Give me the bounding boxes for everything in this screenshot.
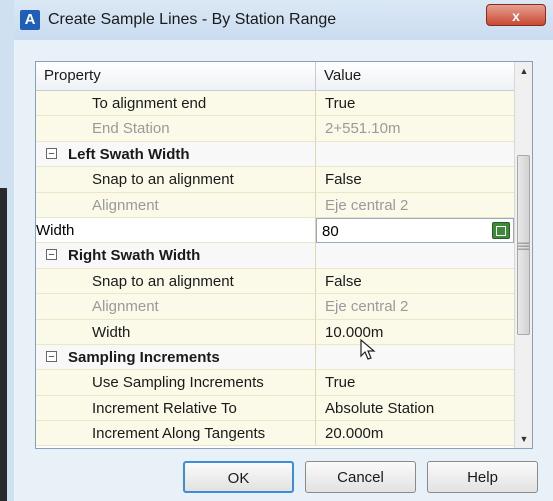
value-text: Absolute Station (325, 399, 435, 417)
property-label: Alignment (36, 192, 316, 218)
vertical-scrollbar[interactable]: ▲ — — — ▼ (514, 62, 532, 448)
value-text: 80 (322, 222, 339, 240)
grid-rows: To alignment end True End Station 2+551.10m… (36, 91, 514, 447)
category-label: − Right Swath Width (36, 243, 316, 269)
property-label: Increment Along Tangents (36, 421, 316, 447)
label-text: Snap to an alignment (92, 272, 234, 290)
cancel-button[interactable]: Cancel (305, 461, 416, 493)
label-text: Width (36, 221, 75, 239)
property-row[interactable]: To alignment end True (36, 91, 514, 117)
mouse-pointer-icon (360, 338, 376, 360)
label-text: Increment Along Tangents (92, 425, 266, 443)
thumb-grip-icon: — — — (518, 237, 529, 255)
label-text: Width (92, 323, 131, 341)
value-text: True (325, 374, 356, 392)
property-row[interactable]: Alignment Eje central 2 (36, 192, 514, 218)
category-row[interactable]: − Right Swath Width (36, 243, 514, 269)
value-text: True (325, 95, 356, 112)
value-text: False (325, 171, 362, 189)
category-row[interactable]: − Sampling Increments (36, 344, 514, 371)
label-text: Alignment (92, 196, 159, 214)
property-label: Width (36, 319, 316, 345)
column-header-value[interactable]: Value (316, 62, 514, 90)
label-text: Sampling Increments (68, 348, 220, 366)
label-text: Alignment (92, 298, 159, 316)
value-text: 2+551.10m (325, 120, 401, 138)
property-row[interactable]: Width 80 (36, 217, 514, 244)
value-text: Eje central 2 (325, 196, 409, 214)
ok-button[interactable]: OK (183, 461, 294, 493)
property-value[interactable]: Absolute Station (316, 395, 514, 422)
property-row[interactable]: End Station 2+551.10m (36, 116, 514, 142)
minus-box-icon[interactable]: − (46, 249, 57, 261)
minus-box-icon[interactable]: − (46, 147, 57, 159)
label-text: Snap to an alignment (92, 171, 234, 189)
property-row[interactable]: Snap to an alignment False (36, 167, 514, 193)
property-row[interactable]: Increment Along Tangents 20.000m (36, 421, 514, 447)
window-title: Create Sample Lines - By Station Range (48, 11, 337, 28)
label-text: To alignment end (92, 95, 207, 112)
property-value[interactable]: 20.000m (316, 421, 514, 447)
category-label: − Left Swath Width (36, 141, 316, 168)
value-text: 20.000m (325, 425, 384, 443)
property-value: Eje central 2 (316, 294, 514, 320)
value-text: Eje central 2 (325, 298, 409, 316)
property-row[interactable]: Snap to an alignment False (36, 268, 514, 295)
label-text: Use Sampling Increments (92, 374, 264, 392)
category-label: − Sampling Increments (36, 344, 316, 371)
property-value[interactable]: True (316, 370, 514, 396)
label-text: Increment Relative To (92, 399, 237, 417)
property-value (316, 243, 514, 269)
property-value[interactable]: False (316, 268, 514, 295)
property-value[interactable]: True (316, 91, 514, 117)
property-label: Use Sampling Increments (36, 370, 316, 396)
label-text: Left Swath Width (68, 145, 190, 163)
property-row[interactable]: Increment Relative To Absolute Station (36, 395, 514, 422)
property-label: To alignment end (36, 91, 316, 117)
label-text: Right Swath Width (68, 247, 201, 265)
property-label: Snap to an alignment (36, 268, 316, 295)
background-dark-edge (0, 188, 7, 501)
grid-header: Property Value (36, 62, 514, 91)
property-label: Snap to an alignment (36, 167, 316, 193)
property-value[interactable]: False (316, 167, 514, 193)
category-row[interactable]: − Left Swath Width (36, 141, 514, 168)
property-label: Increment Relative To (36, 395, 316, 422)
dialog-window: A Create Sample Lines - By Station Range… (0, 0, 553, 501)
property-value: Eje central 2 (316, 192, 514, 218)
property-grid[interactable]: Property Value To alignment end True End S… (35, 61, 533, 449)
property-row[interactable]: Use Sampling Increments True (36, 370, 514, 396)
property-row[interactable]: Width 10.000m (36, 319, 514, 345)
property-value (316, 141, 514, 168)
minus-box-icon[interactable]: − (46, 350, 57, 362)
close-button[interactable]: x (486, 4, 546, 26)
property-value: 2+551.10m (316, 116, 514, 142)
column-header-property[interactable]: Property (36, 62, 316, 90)
property-label: Alignment (36, 294, 316, 320)
label-text: End Station (92, 120, 170, 138)
background-strip (0, 0, 14, 501)
scroll-down-arrow-icon[interactable]: ▼ (515, 430, 532, 448)
scroll-up-arrow-icon[interactable]: ▲ (515, 62, 532, 80)
width-input[interactable]: 80 (316, 217, 514, 244)
property-value (316, 344, 514, 371)
property-row[interactable]: Alignment Eje central 2 (36, 294, 514, 320)
value-text: False (325, 272, 362, 290)
help-button[interactable]: Help (427, 461, 538, 493)
pick-in-drawing-icon[interactable] (492, 221, 510, 239)
property-label: Width (36, 217, 316, 244)
property-label: End Station (36, 116, 316, 142)
autocad-icon: A (20, 10, 40, 30)
title-bar[interactable]: A Create Sample Lines - By Station Range… (14, 0, 553, 40)
property-value[interactable]: 10.000m (316, 319, 514, 345)
